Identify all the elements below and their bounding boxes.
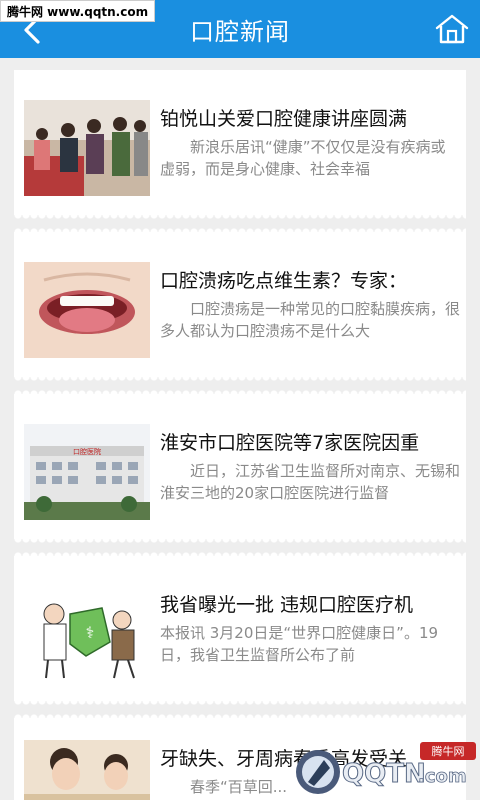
card-edge bbox=[14, 377, 466, 385]
news-item[interactable]: ⚕ 我省曝光一批 违规口腔医疗机 本报讯 3月20日是“世界口腔健康日”。19日… bbox=[14, 548, 466, 709]
card-edge bbox=[14, 539, 466, 547]
news-title: 口腔溃疡吃点维生素？专家： bbox=[160, 270, 408, 292]
svg-text:⚕: ⚕ bbox=[86, 623, 95, 642]
news-item[interactable]: 口腔医院 淮安市口腔医院等7家医院因重 近日，江苏省卫生监督所对南京、无锡和淮安… bbox=[14, 386, 466, 547]
badge-suffix: .com bbox=[418, 766, 467, 787]
qqtn-watermark-badge: QQTN .com 腾牛网 bbox=[290, 738, 480, 800]
news-thumbnail: ⚕ bbox=[24, 586, 150, 682]
watermark: 腾牛网 www.qqtn.com bbox=[0, 0, 156, 22]
card-edge bbox=[14, 224, 466, 232]
news-title: 淮安市口腔医院等7家医院因重 bbox=[160, 432, 420, 454]
news-item[interactable]: 铂悦山关爱口腔健康讲座圆满 新浪乐居讯“健康”不仅仅是没有疾病或虚弱，而是身心健… bbox=[14, 70, 466, 223]
badge-tag: 腾牛网 bbox=[432, 744, 465, 758]
card-edge bbox=[14, 701, 466, 709]
hospital-sign: 口腔医院 bbox=[73, 447, 101, 456]
card-edge bbox=[14, 215, 466, 223]
news-summary: 本报讯 3月20日是“世界口腔健康日”。19日，我省卫生监督所公布了前 bbox=[160, 624, 439, 664]
news-summary: 近日，江苏省卫生监督所对南京、无锡和淮安三地的20家口腔医院进行监督 bbox=[160, 462, 460, 502]
card-edge bbox=[14, 386, 466, 394]
card-edge bbox=[14, 710, 466, 718]
card-edge bbox=[14, 548, 466, 556]
news-summary: 口腔溃疡是一种常见的口腔黏膜疾病，很多人都认为口腔溃疡不是什么大 bbox=[160, 300, 460, 340]
news-thumbnail bbox=[24, 740, 150, 800]
home-button[interactable] bbox=[434, 12, 470, 46]
home-icon bbox=[435, 14, 469, 44]
news-summary: 新浪乐居讯“健康”不仅仅是没有疾病或虚弱，而是身心健康、社会幸福 bbox=[160, 138, 446, 178]
news-thumbnail bbox=[24, 262, 150, 358]
news-thumbnail bbox=[24, 100, 150, 196]
news-thumbnail: 口腔医院 bbox=[24, 424, 150, 520]
news-title: 铂悦山关爱口腔健康讲座圆满 bbox=[160, 108, 408, 130]
news-title: 我省曝光一批 违规口腔医疗机 bbox=[160, 594, 414, 616]
news-item[interactable]: 口腔溃疡吃点维生素？专家： 口腔溃疡是一种常见的口腔黏膜疾病，很多人都认为口腔溃… bbox=[14, 224, 466, 385]
badge-brand: QQTN bbox=[342, 759, 426, 789]
